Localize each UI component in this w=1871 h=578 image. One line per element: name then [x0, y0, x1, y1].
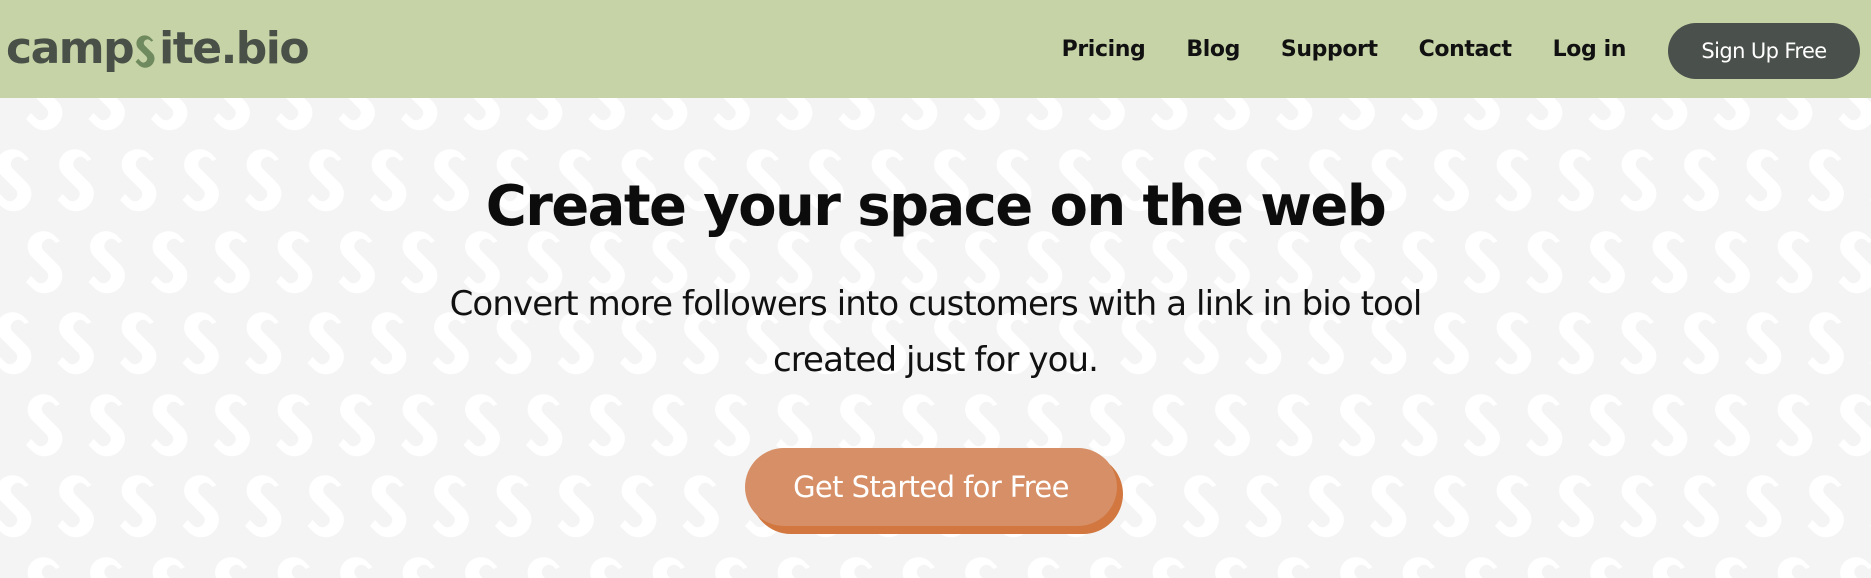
nav-support[interactable]: Support: [1281, 37, 1378, 62]
sign-up-free-button[interactable]: Sign Up Free: [1668, 23, 1860, 79]
logo-text-end: ite.bio: [159, 22, 309, 74]
main-nav: Pricing Blog Support Contact Log in Sign…: [1062, 0, 1871, 98]
logo-text-start: camp: [6, 22, 135, 74]
site-header: camp ite.bio Pricing Blog Support Contac…: [0, 0, 1871, 98]
cta-container: Get Started for Free: [745, 448, 1125, 534]
nav-log-in[interactable]: Log in: [1553, 37, 1627, 62]
hero-subtitle-line-2: created just for you.: [772, 340, 1099, 380]
hero-subtitle-line-1: Convert more followers into customers wi…: [449, 284, 1423, 324]
nav-contact[interactable]: Contact: [1419, 37, 1512, 62]
nav-blog[interactable]: Blog: [1186, 37, 1240, 62]
chain-link-s-icon: [135, 35, 155, 68]
nav-pricing[interactable]: Pricing: [1062, 37, 1146, 62]
hero-subtitle: Convert more followers into customers wi…: [386, 276, 1486, 388]
hero-title: Create your space on the web: [485, 174, 1387, 239]
hero-section: Create your space on the web Convert mor…: [0, 98, 1871, 578]
logo[interactable]: camp ite.bio: [6, 18, 310, 78]
get-started-button[interactable]: Get Started for Free: [745, 448, 1117, 526]
